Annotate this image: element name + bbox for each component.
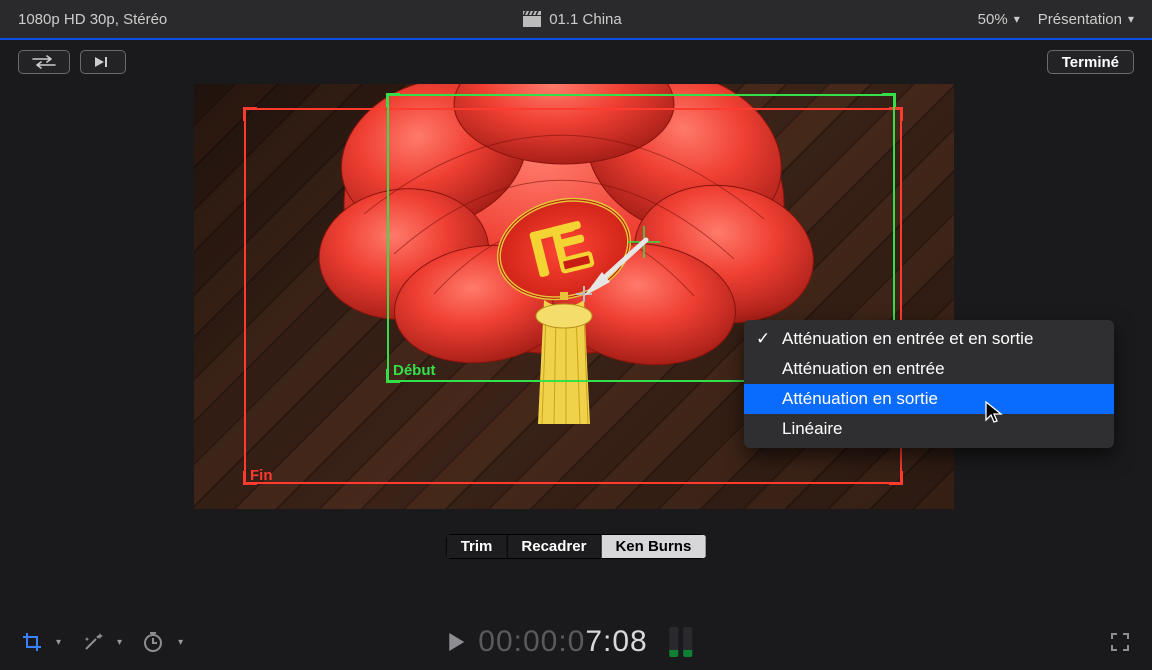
viewer-title-bar: 1080p HD 30p, Stéréo 01.1 China 50% ▾ Pr… (0, 0, 1152, 40)
ctx-item-ease-in-out[interactable]: ✓ Atténuation en entrée et en sortie (744, 324, 1114, 354)
ctx-item-linear[interactable]: Linéaire (744, 414, 1114, 444)
retime-tool-button[interactable] (136, 627, 172, 657)
enhance-tool-button[interactable] (75, 627, 111, 657)
project-title-area: 01.1 China (167, 11, 977, 28)
ctx-item-ease-in[interactable]: Atténuation en entrée (744, 354, 1114, 384)
checkmark-icon: ✓ (756, 329, 774, 349)
timecode-display[interactable]: 00:00:07:08 (478, 625, 647, 659)
start-handle-tr[interactable] (882, 93, 896, 107)
clapperboard-icon (523, 11, 541, 27)
crop-mode-segmented-control[interactable]: Trim Recadrer Ken Burns (446, 534, 707, 559)
play-button[interactable] (446, 631, 466, 653)
done-button[interactable]: Terminé (1047, 50, 1134, 74)
ctx-item-label: Atténuation en entrée et en sortie (782, 329, 1033, 349)
chevron-down-icon[interactable]: ▾ (117, 637, 122, 648)
zoom-menu[interactable]: 50% ▾ (978, 11, 1020, 28)
swap-start-end-button[interactable] (18, 50, 70, 74)
chevron-down-icon: ▾ (1014, 12, 1020, 26)
tab-ken-burns[interactable]: Ken Burns (601, 534, 706, 559)
viewer-area: Fin Début (0, 84, 1152, 614)
clip-format: 1080p HD 30p, Stéréo (18, 11, 167, 28)
chevron-down-icon[interactable]: ▾ (178, 637, 183, 648)
ctx-item-label: Atténuation en entrée (782, 359, 945, 379)
presentation-label: Présentation (1038, 11, 1122, 28)
ctx-item-label: Atténuation en sortie (782, 389, 938, 409)
timecode-lit: 7:08 (585, 625, 647, 658)
project-name: 01.1 China (549, 11, 622, 28)
toolbar: Terminé (0, 40, 1152, 84)
zoom-value: 50% (978, 11, 1008, 28)
presentation-menu[interactable]: Présentation ▾ (1038, 11, 1134, 28)
preview-play-button[interactable] (80, 50, 126, 74)
start-handle-tl[interactable] (386, 93, 400, 107)
tab-trim[interactable]: Trim (446, 534, 508, 559)
kenburns-start-label: Début (393, 362, 436, 379)
transport-bar: ▾ ▾ ▾ 00:00:07:08 (0, 614, 1152, 670)
end-handle-br[interactable] (889, 471, 903, 485)
audio-meter (670, 627, 706, 657)
chevron-down-icon[interactable]: ▾ (56, 637, 61, 648)
fullscreen-button[interactable] (1102, 627, 1138, 657)
crop-tool-button[interactable] (14, 627, 50, 657)
play-to-end-icon (91, 55, 115, 69)
timecode-dim: 00:00:0 (478, 625, 585, 658)
ctx-item-ease-out[interactable]: Atténuation en sortie (744, 384, 1114, 414)
easing-context-menu[interactable]: ✓ Atténuation en entrée et en sortie Att… (744, 320, 1114, 448)
chevron-down-icon: ▾ (1128, 12, 1134, 26)
tab-crop[interactable]: Recadrer (507, 534, 601, 559)
app-root: 1080p HD 30p, Stéréo 01.1 China 50% ▾ Pr… (0, 0, 1152, 670)
swap-arrows-icon (29, 55, 59, 69)
kenburns-end-label: Fin (250, 467, 273, 484)
end-handle-tl[interactable] (243, 107, 257, 121)
mouse-cursor-icon (984, 400, 1004, 429)
kenburns-direction-arrow (554, 232, 674, 312)
ctx-item-label: Linéaire (782, 419, 843, 439)
